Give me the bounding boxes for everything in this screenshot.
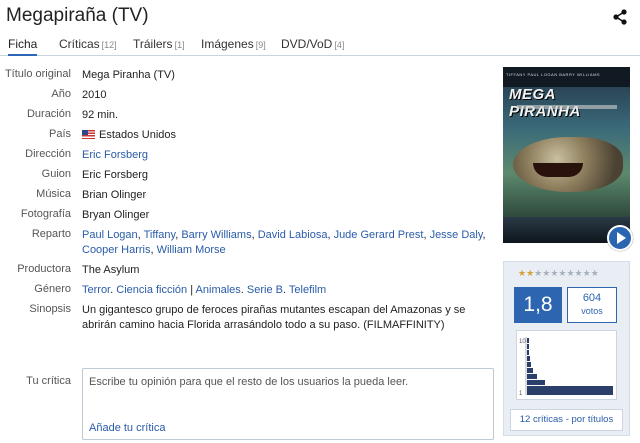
tab-imagenes[interactable]: Imágenes [9] xyxy=(201,37,266,51)
star-filled-icon: ★ xyxy=(526,268,535,278)
star-rating: ★★★★★★★★★★ xyxy=(518,268,599,279)
field-label: Sinopsis xyxy=(29,303,71,315)
votes-box: 604 votos xyxy=(567,287,617,323)
page-title: Megapiraña (TV) xyxy=(6,5,149,26)
cast-link[interactable]: Barry Williams xyxy=(181,229,251,241)
poster-header xyxy=(503,67,630,87)
star-empty-icon: ★ xyxy=(582,268,591,278)
field-label: Reparto xyxy=(31,228,71,240)
critic-placeholder: Escribe tu opinión para que el resto de … xyxy=(89,376,409,388)
year-value: 2010 xyxy=(82,89,107,101)
average-rating: 1,8 xyxy=(514,287,562,323)
your-critic-label: Tu crítica xyxy=(26,375,71,387)
field-label: Música xyxy=(36,188,71,200)
votes-label: votos xyxy=(581,306,603,316)
country-value: Estados Unidos xyxy=(82,128,490,143)
histogram-min-label: 1 xyxy=(519,391,523,397)
tab-count: [12] xyxy=(101,40,117,50)
genre-link[interactable]: Serie B xyxy=(247,284,283,296)
cast-value: Paul Logan, Tiffany, Barry Williams, Dav… xyxy=(82,229,486,256)
photography-value: Bryan Olinger xyxy=(82,209,150,221)
title-bar: Megapiraña (TV) xyxy=(0,0,640,34)
histogram-bar xyxy=(527,362,531,367)
histogram-max-label: 10 xyxy=(519,339,526,345)
star-filled-icon: ★ xyxy=(518,268,527,278)
reviews-link[interactable]: 12 críticas - por títulos xyxy=(510,409,623,431)
histogram-bar xyxy=(527,374,537,379)
field-label: País xyxy=(48,128,71,140)
movie-poster[interactable]: TIFFANY PAUL LOGAN BARRY WILLIAMS MEGA P… xyxy=(503,67,630,243)
cast-link[interactable]: Cooper Harris xyxy=(82,244,150,256)
add-critic-link[interactable]: Añade tu crítica xyxy=(89,422,165,434)
field-label: Año xyxy=(51,88,71,100)
tab-label: Ficha xyxy=(8,37,38,51)
critic-input[interactable]: Escribe tu opinión para que el resto de … xyxy=(82,368,494,440)
rating-panel: ★★★★★★★★★★ 1,8 604 votos 10 1 12 crítica… xyxy=(503,261,630,436)
star-empty-icon: ★ xyxy=(574,268,583,278)
country-name: Estados Unidos xyxy=(99,129,177,141)
play-trailer-icon[interactable] xyxy=(607,225,633,251)
histogram-bar xyxy=(527,344,529,349)
tab-label: Tráilers xyxy=(133,37,173,51)
field-label: Productora xyxy=(17,263,71,275)
tab-label: Críticas xyxy=(59,37,100,51)
histogram-bar xyxy=(527,338,529,343)
cast-link[interactable]: David Labiosa xyxy=(258,229,328,241)
cast-link[interactable]: Jude Gerard Prest xyxy=(334,229,424,241)
histogram-bar xyxy=(527,380,545,385)
field-label: Guion xyxy=(41,168,71,180)
producer-value: The Asylum xyxy=(82,264,140,276)
poster-title: MEGA PIRANHA xyxy=(509,86,581,120)
tab-ficha[interactable]: Ficha xyxy=(8,37,38,56)
genre-link[interactable]: Ciencia ficción xyxy=(116,284,187,296)
tab-count: [4] xyxy=(334,40,345,50)
star-empty-icon: ★ xyxy=(566,268,575,278)
director-value: Eric Forsberg xyxy=(82,148,490,163)
histogram-chart: 10 1 xyxy=(519,337,613,397)
writer-value: Eric Forsberg xyxy=(82,169,149,181)
genre-value: Terror. Ciencia ficción | Animales. Seri… xyxy=(82,284,327,296)
music-value: Brian Olinger xyxy=(82,189,147,201)
tab-criticas[interactable]: Críticas [12] xyxy=(59,37,117,51)
tab-dvd-vod[interactable]: DVD/VoD [4] xyxy=(281,37,344,51)
histogram-bar xyxy=(527,368,533,373)
cast-link[interactable]: Jesse Daly xyxy=(430,229,483,241)
histogram-bar xyxy=(527,386,613,395)
histogram-bar xyxy=(527,356,530,361)
tab-bar: Ficha Críticas [12] Tráilers [1] Imágenes[… xyxy=(0,34,640,56)
rating-histogram[interactable]: 10 1 xyxy=(516,330,617,400)
field-label: Género xyxy=(34,283,71,295)
genre-link[interactable]: Animales xyxy=(196,284,241,296)
cast-link[interactable]: William Morse xyxy=(157,244,226,256)
votes-count: 604 xyxy=(582,292,602,304)
histogram-bar xyxy=(527,350,529,355)
piranha-jaw xyxy=(533,163,583,177)
synopsis-value: Un gigantesco grupo de feroces pirañas m… xyxy=(82,304,466,331)
field-label: Título original xyxy=(4,68,71,80)
cast-link[interactable]: Tiffany xyxy=(144,229,176,241)
tab-label: DVD/VoD xyxy=(281,37,333,51)
poster-tagline xyxy=(517,105,617,109)
poster-credits: TIFFANY PAUL LOGAN BARRY WILLIAMS xyxy=(506,72,601,77)
field-label: Dirección xyxy=(25,148,71,160)
duration-value: 92 min. xyxy=(82,109,119,121)
original-title-value: Mega Piranha (TV) xyxy=(82,69,175,81)
tab-count: [1] xyxy=(174,40,185,50)
field-label: Duración xyxy=(26,108,71,120)
share-icon[interactable] xyxy=(612,9,628,25)
star-empty-icon: ★ xyxy=(590,268,599,278)
cast-link[interactable]: Paul Logan xyxy=(82,229,138,241)
tab-label: Imágenes xyxy=(201,37,254,51)
tab-trailers[interactable]: Tráilers [1] xyxy=(133,37,185,51)
us-flag-icon xyxy=(82,130,95,139)
field-label: Fotografía xyxy=(20,208,71,220)
tab-count: [9] xyxy=(255,40,266,50)
genre-link[interactable]: Terror xyxy=(82,284,110,296)
genre-link[interactable]: Telefilm xyxy=(289,284,326,296)
director-link[interactable]: Eric Forsberg xyxy=(82,149,148,161)
